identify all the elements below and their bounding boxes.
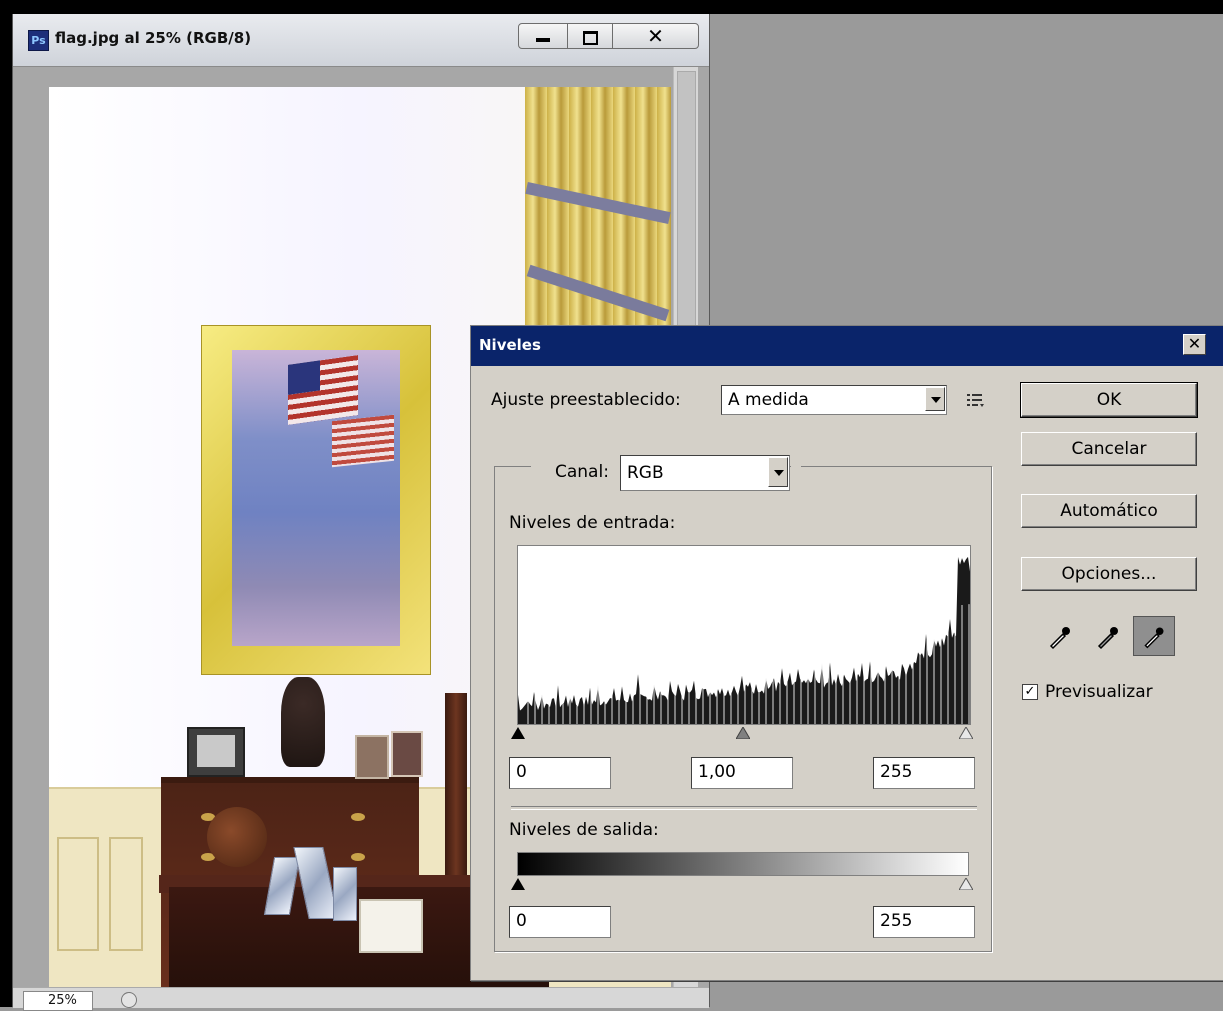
image-bust-sculpture xyxy=(281,677,325,767)
close-icon: ✕ xyxy=(1187,334,1202,353)
zoom-field[interactable]: 25% xyxy=(23,991,93,1011)
image-photo-frame xyxy=(355,735,389,779)
histogram-area xyxy=(518,556,970,724)
minimize-button[interactable] xyxy=(518,23,568,49)
levels-dialog: Niveles ✕ Ajuste preestablecido: A medid… xyxy=(470,325,1223,981)
output-levels-label: Niveles de salida: xyxy=(509,820,659,840)
chevron-down-icon[interactable] xyxy=(768,457,788,487)
painting-flag xyxy=(288,355,358,425)
dresser-knob xyxy=(351,813,365,821)
wainscot-panel xyxy=(109,837,143,951)
photo-frame-inner xyxy=(197,735,235,767)
cancel-button[interactable]: Cancelar xyxy=(1021,432,1197,466)
channel-value: RGB xyxy=(627,463,664,483)
gray-point-eyedropper-icon[interactable] xyxy=(1091,620,1125,654)
screen-top-edge xyxy=(0,0,1223,14)
preset-options-menu-icon[interactable] xyxy=(966,390,986,410)
maximize-icon xyxy=(582,31,598,45)
section-divider xyxy=(511,806,977,810)
image-crystal xyxy=(333,867,357,921)
preview-label: Previsualizar xyxy=(1045,682,1153,702)
preset-value: A medida xyxy=(728,390,809,410)
document-title: flag.jpg al 25% (RGB/8) xyxy=(55,29,252,47)
painting-flag xyxy=(332,414,394,468)
ok-button[interactable]: OK xyxy=(1020,382,1198,418)
histogram xyxy=(517,545,971,725)
white-point-eyedropper-icon[interactable] xyxy=(1133,616,1175,656)
flag-canton xyxy=(288,360,320,395)
navigate-icon[interactable] xyxy=(121,992,137,1008)
preset-dropdown[interactable]: A medida xyxy=(721,385,947,415)
preset-label: Ajuste preestablecido: xyxy=(491,390,681,410)
image-gold-frame xyxy=(201,325,431,675)
image-photo-frame xyxy=(391,731,423,777)
output-white-field[interactable]: 255 xyxy=(873,906,975,938)
image-building-model xyxy=(359,899,423,953)
channel-dropdown[interactable]: RGB xyxy=(620,455,790,491)
dialog-close-button[interactable]: ✕ xyxy=(1183,334,1206,355)
maximize-button[interactable] xyxy=(567,23,613,49)
scrollbar-thumb[interactable] xyxy=(677,71,696,333)
dresser-knob xyxy=(351,853,365,861)
input-white-slider[interactable] xyxy=(959,727,973,739)
input-gamma-slider[interactable] xyxy=(736,727,750,739)
dropdown-arrow xyxy=(931,397,941,403)
channel-label: Canal: xyxy=(555,462,609,482)
close-icon: ✕ xyxy=(647,24,664,48)
dialog-titlebar[interactable]: Niveles ✕ xyxy=(471,326,1223,366)
curtain-band xyxy=(526,264,670,322)
image-flag-painting xyxy=(232,350,400,646)
output-black-field[interactable]: 0 xyxy=(509,906,611,938)
input-white-field[interactable]: 255 xyxy=(873,757,975,789)
photoshop-icon: Ps xyxy=(28,30,49,51)
output-gradient-bar xyxy=(517,852,969,876)
preview-checkbox[interactable]: ✓ xyxy=(1022,684,1038,700)
output-white-slider[interactable] xyxy=(959,878,973,890)
image-photo-frame xyxy=(187,727,245,777)
screen-left-edge xyxy=(0,14,12,1007)
check-icon: ✓ xyxy=(1024,684,1036,699)
close-button[interactable]: ✕ xyxy=(612,23,699,49)
document-titlebar[interactable]: Ps flag.jpg al 25% (RGB/8) ✕ xyxy=(13,14,709,67)
input-levels-label: Niveles de entrada: xyxy=(509,513,676,533)
auto-button[interactable]: Automático xyxy=(1021,494,1197,528)
legend-backdrop xyxy=(791,453,801,487)
dialog-title: Niveles xyxy=(479,336,541,354)
input-gamma-field[interactable]: 1,00 xyxy=(691,757,793,789)
dropdown-arrow xyxy=(774,470,784,476)
input-black-field[interactable]: 0 xyxy=(509,757,611,789)
output-black-slider[interactable] xyxy=(511,878,525,890)
chevron-down-icon[interactable] xyxy=(925,387,945,411)
image-wooden-post xyxy=(445,693,467,903)
options-button[interactable]: Opciones... xyxy=(1021,557,1197,591)
histogram-graph xyxy=(518,556,970,724)
curtain-band xyxy=(525,181,671,225)
status-bar: 25% xyxy=(13,987,709,1011)
input-black-slider[interactable] xyxy=(511,727,525,739)
black-point-eyedropper-icon[interactable] xyxy=(1043,620,1077,654)
wainscot-panel xyxy=(57,837,99,951)
image-bronze-bust xyxy=(207,807,267,867)
minimize-icon xyxy=(536,38,550,42)
